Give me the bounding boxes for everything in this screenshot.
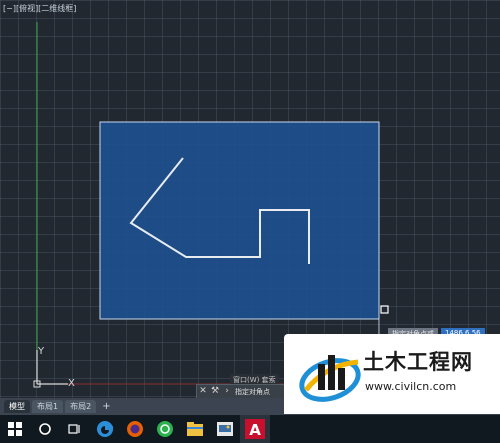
svg-text:A: A: [249, 421, 261, 439]
site-watermark: 土木工程网 www.civilcn.com: [284, 334, 500, 414]
tab-layout2[interactable]: 布局2: [65, 400, 97, 413]
command-prompt-text: 指定对角点: [235, 387, 270, 396]
file-explorer-icon[interactable]: [180, 415, 210, 443]
site-logo-icon: [299, 355, 361, 402]
ucs-icon: Y X: [33, 346, 75, 389]
close-icon[interactable]: ✕: [197, 385, 209, 398]
add-layout-button[interactable]: +: [98, 401, 114, 412]
cursor-pickbox: [380, 305, 389, 314]
photos-app-icon[interactable]: [210, 415, 240, 443]
tab-layout1[interactable]: 布局1: [32, 400, 64, 413]
selection-window: [99, 121, 380, 320]
task-view-icon[interactable]: [60, 415, 90, 443]
command-prompt-icon: ›: [225, 386, 229, 396]
edge-browser-icon[interactable]: [90, 415, 120, 443]
wrench-icon[interactable]: ⚒: [209, 385, 221, 398]
ucs-y-label: Y: [37, 346, 45, 357]
tab-model[interactable]: 模型: [4, 400, 30, 413]
search-icon[interactable]: [30, 415, 60, 443]
site-url: www.civilcn.com: [365, 380, 457, 393]
firefox-icon[interactable]: [120, 415, 150, 443]
wechat-icon[interactable]: [150, 415, 180, 443]
windows-taskbar: A: [0, 415, 500, 443]
site-title: 土木工程网: [363, 350, 473, 374]
autocad-icon[interactable]: A: [240, 415, 270, 443]
windows-start-icon[interactable]: [0, 415, 30, 443]
ucs-x-label: X: [68, 378, 75, 389]
